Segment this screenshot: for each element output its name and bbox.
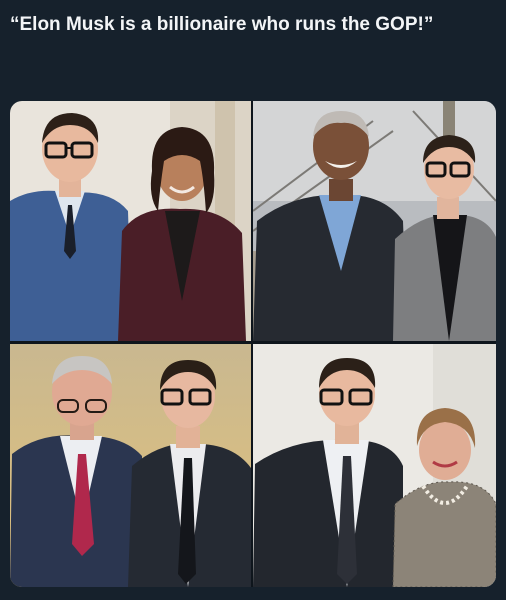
photo-grid xyxy=(10,101,496,587)
photo-top-right[interactable] xyxy=(253,101,496,341)
photo-top-left[interactable] xyxy=(10,101,251,341)
photo-bottom-left[interactable] xyxy=(10,344,251,587)
post-caption: “Elon Musk is a billionaire who runs the… xyxy=(10,14,434,35)
photo-bottom-right[interactable] xyxy=(253,344,496,587)
